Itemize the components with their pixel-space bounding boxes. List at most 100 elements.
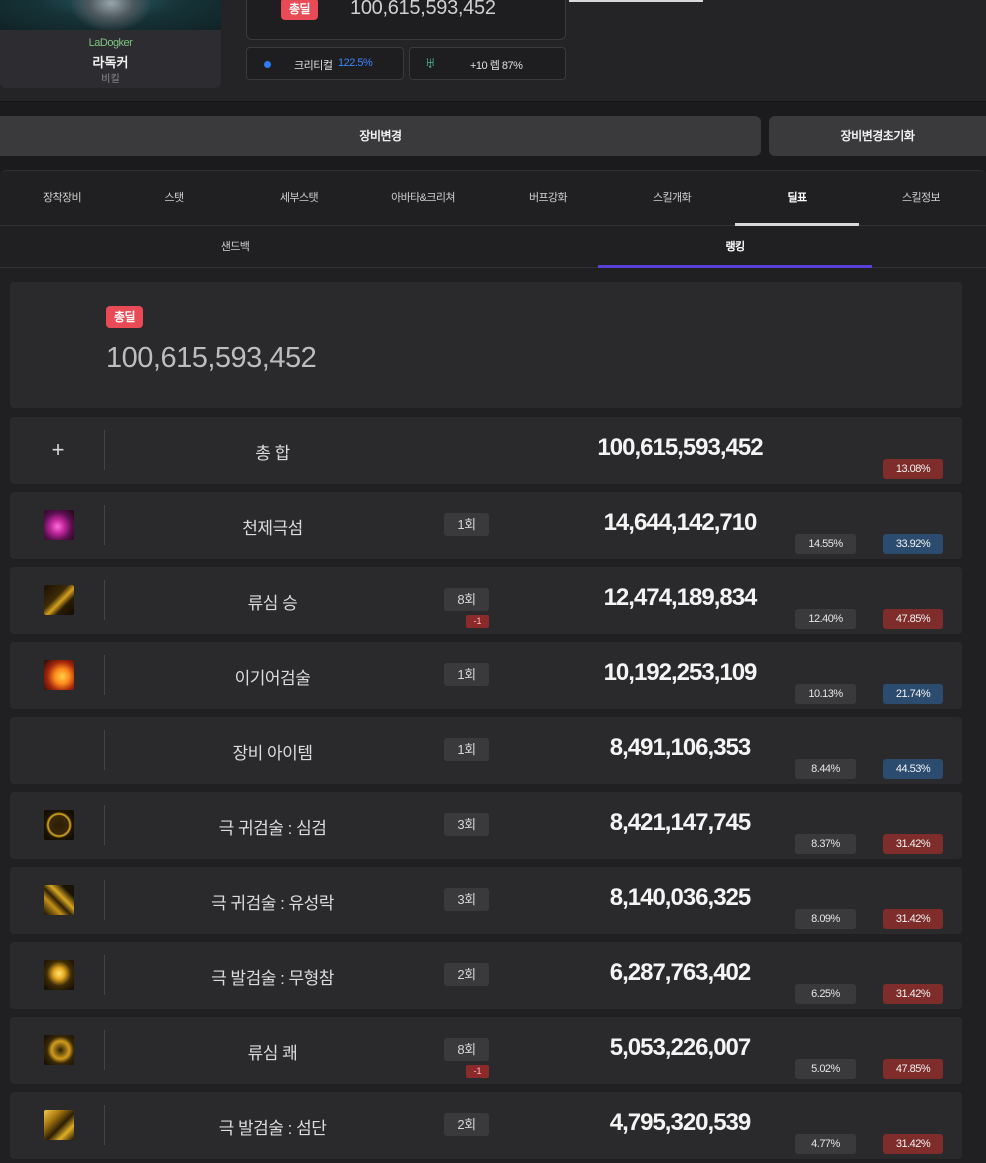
table-row[interactable]: + 총 합 100,615,593,452 13.08%	[10, 417, 962, 484]
row-percent: 33.92%	[883, 534, 943, 554]
table-row[interactable]: 극 발검술 : 섬단 2회 4,795,320,539 4.77% 31.42%	[10, 1092, 962, 1159]
character-card[interactable]: LaDogker 라독커 비킬	[0, 0, 221, 88]
skill-icon-yuseongrak	[44, 885, 74, 915]
row-damage: 100,615,593,452	[597, 434, 763, 461]
tab-stats[interactable]: 스탯	[112, 171, 236, 225]
crit-dot-icon	[264, 61, 271, 68]
table-row[interactable]: 이기어검술 1회 10,192,253,109 10.13% 21.74%	[10, 642, 962, 709]
table-row[interactable]: 극 귀검술 : 심검 3회 8,421,147,745 8.37% 31.42%	[10, 792, 962, 859]
tab-skill-bloom[interactable]: 스킬개화	[610, 171, 734, 225]
row-share: 4.77%	[795, 1134, 856, 1154]
skill-icon-muhyeongcham	[44, 960, 74, 990]
tab-buff-enhance[interactable]: 버프강화	[486, 171, 610, 225]
row-divider	[104, 655, 105, 695]
skill-icon-seomdan	[44, 1110, 74, 1140]
row-share: 14.55%	[795, 534, 856, 554]
character-header: LaDogker 라독커 비킬 총딜 100,615,593,452 크리티컬 …	[0, 0, 986, 102]
character-portrait	[0, 0, 221, 30]
header-total-value: 100,615,593,452	[350, 0, 496, 19]
character-guild: LaDogker	[88, 37, 133, 49]
table-row[interactable]: 극 발검술 : 무형참 2회 6,287,763,402 6.25% 31.42…	[10, 942, 962, 1009]
row-divider	[104, 505, 105, 545]
row-percent: 31.42%	[883, 834, 943, 854]
header-total-damage: 총딜 100,615,593,452	[246, 0, 566, 40]
row-divider	[104, 1030, 105, 1070]
character-portrait-figure	[72, 0, 150, 30]
row-hit-count: 1회	[444, 738, 489, 761]
row-hit-count: 2회	[444, 1113, 489, 1136]
skill-icon-ryusim-seung	[44, 585, 74, 615]
row-hit-count: 1회	[444, 663, 489, 686]
row-percent: 31.42%	[883, 909, 943, 929]
row-skill-name: 장비 아이템	[232, 744, 313, 763]
crit-stat-box: 크리티컬 122.5%	[246, 47, 404, 80]
row-damage: 14,644,142,710	[603, 509, 758, 536]
tab-detail-stats[interactable]: 세부스탯	[237, 171, 361, 225]
skill-icon-ryusim-kwae	[44, 1035, 74, 1065]
row-damage: 4,795,320,539	[609, 1109, 751, 1136]
row-skill-name: 류심 쾌	[247, 1044, 298, 1063]
row-share: 8.09%	[795, 909, 856, 929]
header-total-badge: 총딜	[281, 0, 319, 20]
sub-tab-bar: 샌드백 랭킹	[0, 227, 986, 268]
transcend-figure-icon: ♅	[424, 55, 436, 72]
row-damage: 12,474,189,834	[603, 584, 758, 611]
row-hit-delta-badge: -1	[466, 1065, 489, 1078]
row-hit-count: 8회	[444, 1038, 489, 1061]
subtab-ranking[interactable]: 랭킹	[598, 227, 872, 268]
row-percent: 21.74%	[883, 684, 943, 704]
row-divider	[104, 805, 105, 845]
row-hit-count: 8회	[444, 588, 489, 611]
table-row[interactable]: 류심 쾌 8회 -1 5,053,226,007 5.02% 47.85%	[10, 1017, 962, 1084]
tab-equipment[interactable]: 장착장비	[0, 171, 124, 225]
header-progress-bar	[569, 0, 703, 2]
plus-icon[interactable]: +	[48, 437, 68, 463]
row-hit-count: 3회	[444, 813, 489, 836]
row-damage: 10,192,253,109	[603, 659, 758, 686]
row-hit-delta-badge: -1	[466, 615, 489, 628]
row-percent: 13.08%	[883, 459, 943, 479]
table-row[interactable]: 천제극섬 1회 14,644,142,710 14.55% 33.92%	[10, 492, 962, 559]
skill-icon-simgeom	[44, 810, 74, 840]
row-skill-name: 극 발검술 : 섬단	[218, 1119, 327, 1138]
tab-skill-info[interactable]: 스킬정보	[859, 171, 983, 225]
row-percent: 31.42%	[883, 984, 943, 1004]
row-divider	[104, 580, 105, 620]
row-hit-count: 1회	[444, 513, 489, 536]
equip-reset-button[interactable]: 장비변경초기화	[769, 116, 986, 156]
summary-total-value: 100,615,593,452	[106, 342, 317, 374]
row-share: 8.37%	[795, 834, 856, 854]
table-row[interactable]: 류심 승 8회 -1 12,474,189,834 12.40% 47.85%	[10, 567, 962, 634]
row-divider	[104, 880, 105, 920]
row-damage: 6,287,763,402	[609, 959, 751, 986]
total-damage-summary: 총딜 100,615,593,452	[10, 282, 962, 408]
row-damage: 8,491,106,353	[609, 734, 751, 761]
skill-icon-igieo	[44, 660, 74, 690]
row-percent: 44.53%	[883, 759, 943, 779]
main-panel: 장착장비 스탯 세부스탯 아바타&크리쳐 버프강화 스킬개화 딜표 스킬정보 샌…	[0, 170, 986, 1163]
row-skill-name: 이기어검술	[234, 669, 311, 688]
character-class: 비킬	[101, 74, 120, 85]
equip-change-button[interactable]: 장비변경	[0, 116, 761, 156]
table-row[interactable]: 극 귀검술 : 유성락 3회 8,140,036,325 8.09% 31.42…	[10, 867, 962, 934]
table-row[interactable]: 장비 아이템 1회 8,491,106,353 8.44% 44.53%	[10, 717, 962, 784]
row-divider	[104, 430, 105, 470]
row-skill-name: 총 합	[255, 444, 290, 463]
crit-label: 크리티컬	[294, 60, 333, 72]
tab-damage-table[interactable]: 딜표	[735, 171, 859, 226]
row-divider	[104, 955, 105, 995]
row-skill-name: 천제극섬	[242, 519, 303, 538]
row-damage: 8,421,147,745	[609, 809, 751, 836]
row-percent: 47.85%	[883, 609, 943, 629]
row-damage: 5,053,226,007	[609, 1034, 751, 1061]
row-hit-count: 2회	[444, 963, 489, 986]
row-skill-name: 극 귀검술 : 심검	[218, 819, 327, 838]
skill-icon-cheonje	[44, 510, 74, 540]
row-hit-count: 3회	[444, 888, 489, 911]
tab-avatar-creature[interactable]: 아바타&크리쳐	[361, 171, 485, 225]
crit-value: 122.5%	[338, 57, 373, 69]
subtab-sandbag[interactable]: 샌드백	[98, 227, 372, 267]
row-skill-name: 류심 승	[247, 594, 298, 613]
row-share: 10.13%	[795, 684, 856, 704]
summary-total-badge: 총딜	[106, 306, 144, 328]
